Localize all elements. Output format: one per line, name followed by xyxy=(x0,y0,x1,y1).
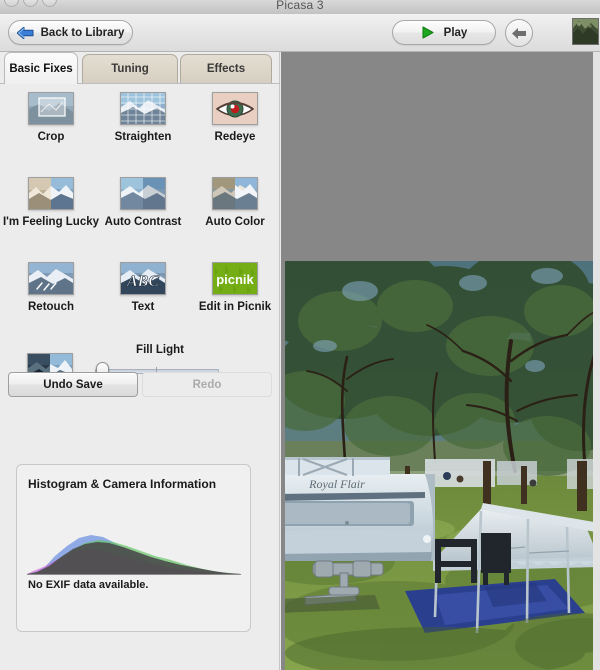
exif-note: No EXIF data available. xyxy=(28,579,149,591)
histogram-card: Histogram & Camera Information No EXIF d… xyxy=(16,464,251,632)
row-spacer xyxy=(0,143,280,177)
straighten-icon xyxy=(120,92,166,125)
fix-picnik-label: Edit in Picnik xyxy=(198,301,272,313)
back-to-library-label: Back to Library xyxy=(40,26,125,39)
fix-text-label: Text xyxy=(131,301,155,313)
fix-text[interactable]: ABC Text xyxy=(103,262,183,313)
redeye-icon xyxy=(212,92,258,125)
fix-redeye[interactable]: Redeye xyxy=(195,92,275,143)
undo-redo-row: Undo Save Redo xyxy=(8,372,272,397)
crop-icon xyxy=(28,92,74,125)
row-spacer xyxy=(0,228,280,262)
picnik-icon: picnik xyxy=(212,262,258,295)
photo-viewer[interactable]: Royal Flair xyxy=(281,52,600,670)
fix-retouch-label: Retouch xyxy=(28,301,74,313)
fill-light-label: Fill Light xyxy=(136,344,184,356)
auto-contrast-icon xyxy=(120,177,166,210)
arrow-left-circle-icon xyxy=(511,27,527,39)
edit-sidebar: Basic Fixes Tuning Effects Crop Straight… xyxy=(0,52,280,670)
tab-bar: Basic Fixes Tuning Effects xyxy=(0,52,280,84)
play-triangle-icon xyxy=(421,26,434,39)
undo-save-button[interactable]: Undo Save xyxy=(8,372,138,397)
tab-effects[interactable]: Effects xyxy=(180,54,272,83)
fix-straighten-label: Straighten xyxy=(114,131,172,143)
histogram-svg xyxy=(27,535,241,575)
fix-redeye-label: Redeye xyxy=(214,131,256,143)
toolbar: Back to Library Play xyxy=(0,14,600,52)
fixes-row: Retouch ABC Text picnik Edit in Picnik xyxy=(0,262,280,313)
fix-picnik[interactable]: picnik Edit in Picnik xyxy=(195,262,275,313)
fix-retouch[interactable]: Retouch xyxy=(11,262,91,313)
fixes-row: I'm Feeling Lucky Auto Contrast Auto Col… xyxy=(0,177,280,228)
back-to-library-button[interactable]: Back to Library xyxy=(8,20,133,45)
previous-photo-button[interactable] xyxy=(505,19,533,47)
tree-canopy xyxy=(285,261,600,476)
picasa-window: Picasa 3 Back to Library Play Basic Fixe… xyxy=(0,0,600,670)
arrow-left-blue-icon xyxy=(16,26,34,39)
tab-effects-label: Effects xyxy=(206,63,246,75)
fix-crop[interactable]: Crop xyxy=(11,92,91,143)
play-button[interactable]: Play xyxy=(392,20,496,45)
retouch-icon xyxy=(28,262,74,295)
main-photo[interactable]: Royal Flair xyxy=(285,261,600,670)
fixes-row: Crop Straighten Redeye xyxy=(0,92,280,143)
tab-basic-fixes-label: Basic Fixes xyxy=(9,62,73,75)
viewer-scrollbar[interactable] xyxy=(593,52,600,670)
window-title: Picasa 3 xyxy=(276,0,324,12)
fix-straighten[interactable]: Straighten xyxy=(103,92,183,143)
redo-button: Redo xyxy=(142,372,272,397)
fix-auto-color-label: Auto Color xyxy=(205,216,265,228)
histogram-plot xyxy=(27,510,241,575)
fix-crop-label: Crop xyxy=(37,131,65,143)
fix-auto-contrast[interactable]: Auto Contrast xyxy=(103,177,183,228)
undo-save-label: Undo Save xyxy=(43,378,103,391)
tab-tuning-label: Tuning xyxy=(111,63,149,75)
caravan-brand-text: Royal Flair xyxy=(308,477,365,491)
tab-tuning[interactable]: Tuning xyxy=(82,54,178,83)
svg-text:ABC: ABC xyxy=(126,273,159,290)
fix-auto-contrast-label: Auto Contrast xyxy=(104,216,182,228)
title-bar: Picasa 3 xyxy=(0,0,600,15)
histogram-series xyxy=(27,535,241,574)
histogram-title: Histogram & Camera Information xyxy=(28,477,217,491)
fix-auto-color[interactable]: Auto Color xyxy=(195,177,275,228)
auto-color-icon xyxy=(212,177,258,210)
play-label: Play xyxy=(443,26,468,39)
text-abc-icon: ABC xyxy=(120,262,166,295)
svg-text:picnik: picnik xyxy=(216,272,254,287)
fix-feeling-lucky-label: I'm Feeling Lucky xyxy=(2,216,100,228)
tab-basic-fixes[interactable]: Basic Fixes xyxy=(4,52,78,84)
fix-feeling-lucky[interactable]: I'm Feeling Lucky xyxy=(3,177,99,228)
basic-fixes-grid: Crop Straighten Redeye I'm Feeling Lucky… xyxy=(0,92,280,313)
photo-thumbnail[interactable] xyxy=(572,18,599,45)
feeling-lucky-icon xyxy=(28,177,74,210)
redo-label: Redo xyxy=(192,378,222,391)
histogram-baseline xyxy=(27,574,241,575)
